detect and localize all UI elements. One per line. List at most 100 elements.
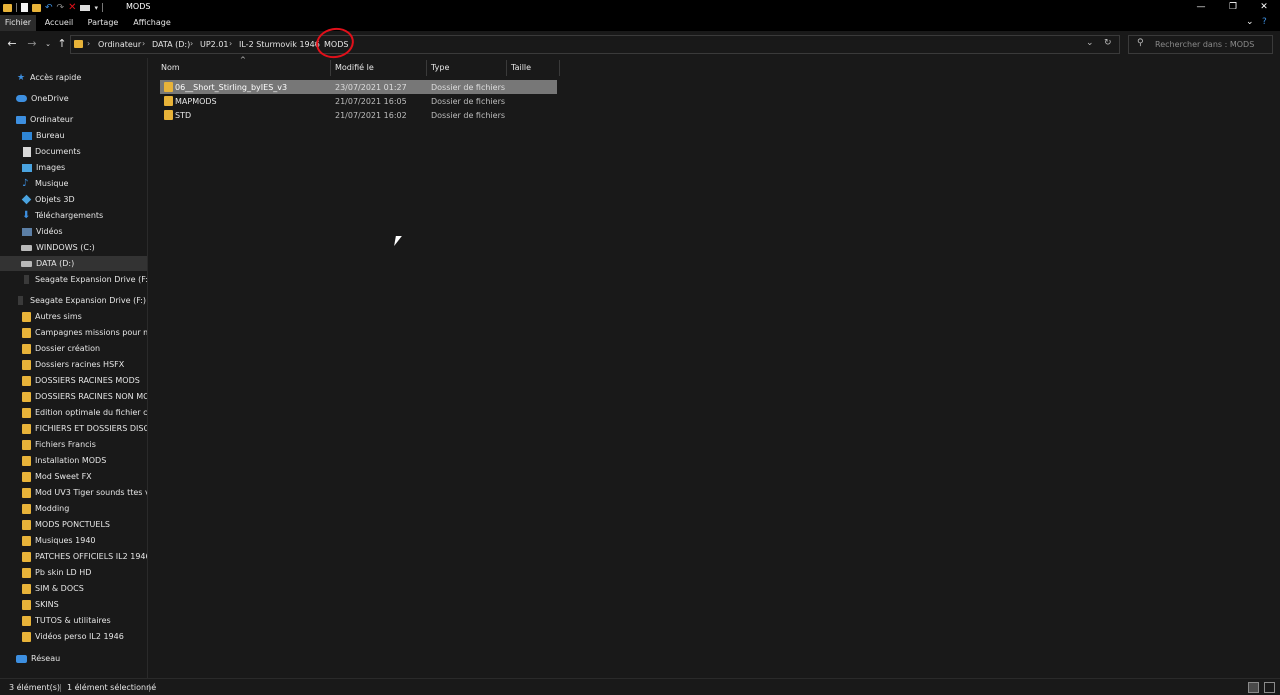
sidebar-folder[interactable]: Pb skin LD HD <box>0 565 147 580</box>
item-count: 3 élément(s) <box>9 683 61 692</box>
folder-icon <box>22 439 31 450</box>
sidebar-item-quick-access[interactable]: ★ Accès rapide <box>0 70 147 85</box>
sidebar-folder[interactable]: FICHIERS ET DOSSIERS DISQUE <box>0 421 147 436</box>
column-header-name[interactable]: Nom <box>161 63 180 81</box>
column-header-modified[interactable]: Modifié le <box>335 63 374 81</box>
maximize-button[interactable]: ❐ <box>1218 0 1248 15</box>
sidebar-item-onedrive[interactable]: OneDrive <box>0 91 147 106</box>
sidebar-folder[interactable]: Modding <box>0 501 147 516</box>
ribbon: Fichier Accueil Partage Affichage ⌄ ? <box>0 15 1280 31</box>
cube-icon <box>21 194 32 205</box>
chevron-right-icon: › <box>190 39 194 48</box>
file-modified: 21/07/2021 16:05 <box>335 97 407 106</box>
close-button[interactable]: ✕ <box>1249 0 1279 15</box>
sidebar-folder[interactable]: Dossiers racines HSFX <box>0 357 147 372</box>
breadcrumb-data-d[interactable]: DATA (D:) <box>152 40 190 49</box>
sidebar-item-telechargements[interactable]: ⬇ Téléchargements <box>0 208 147 223</box>
video-icon <box>22 227 32 236</box>
tab-fichier[interactable]: Fichier <box>0 15 36 31</box>
tab-affichage[interactable]: Affichage <box>129 15 175 31</box>
sidebar-item-bureau[interactable]: Bureau <box>0 128 147 143</box>
status-bar: 3 élément(s) | 1 élément sélectionné | <box>0 678 1280 695</box>
sidebar-folder[interactable]: Fichiers Francis <box>0 437 147 452</box>
pictures-icon <box>22 163 32 172</box>
sidebar-folder[interactable]: Autres sims <box>0 309 147 324</box>
sidebar-folder[interactable]: Mod Sweet FX <box>0 469 147 484</box>
folder-icon <box>22 551 31 562</box>
help-icon[interactable]: ? <box>1262 17 1267 27</box>
sidebar-folder[interactable]: SKINS <box>0 597 147 612</box>
sidebar-item-reseau[interactable]: Réseau <box>0 651 147 666</box>
file-row[interactable]: MAPMODS 21/07/2021 16:05 Dossier de fich… <box>160 94 557 108</box>
file-row[interactable]: 06__Short_Stirling_byIES_v3 23/07/2021 0… <box>160 80 557 94</box>
breadcrumb-il2[interactable]: IL-2 Sturmovik 1946 <box>239 40 320 49</box>
desktop-icon <box>22 131 32 140</box>
sidebar-folder[interactable]: MODS PONCTUELS <box>0 517 147 532</box>
customize-toolbar-icon[interactable]: ▾ <box>94 4 98 12</box>
column-header-size[interactable]: Taille <box>511 63 531 81</box>
sidebar-folder[interactable]: DOSSIERS RACINES NON MODE <box>0 389 147 404</box>
sidebar-folder[interactable]: Musiques 1940 <box>0 533 147 548</box>
drive-icon <box>21 244 32 251</box>
folder-icon <box>22 375 31 386</box>
column-divider[interactable] <box>426 60 427 76</box>
sidebar-folder[interactable]: TUTOS & utilitaires <box>0 613 147 628</box>
drive-icon <box>21 260 32 267</box>
redo-icon[interactable]: ↷ <box>57 3 65 13</box>
sidebar-item-seagate-f[interactable]: Seagate Expansion Drive (F:) <box>0 272 147 287</box>
refresh-icon[interactable]: ↻ <box>1104 38 1112 48</box>
sidebar-item-seagate-root[interactable]: Seagate Expansion Drive (F:) <box>0 293 147 308</box>
sidebar-folder[interactable]: DOSSIERS RACINES MODS <box>0 373 147 388</box>
sidebar-folder[interactable]: Mod UV3 Tiger sounds ttes versi <box>0 485 147 500</box>
large-icons-view-button[interactable] <box>1264 682 1275 693</box>
tab-accueil[interactable]: Accueil <box>39 15 79 31</box>
sidebar-item-videos[interactable]: Vidéos <box>0 224 147 239</box>
sidebar-folder[interactable]: Vidéos perso IL2 1946 <box>0 629 147 644</box>
expand-ribbon-icon[interactable]: ⌄ <box>1246 17 1254 27</box>
details-view-button[interactable] <box>1248 682 1259 693</box>
address-bar[interactable]: › Ordinateur › DATA (D:) › UP2.01 › IL-2… <box>70 35 1120 54</box>
column-divider[interactable] <box>559 60 560 76</box>
address-row: ← → ⌄ ↑ › Ordinateur › DATA (D:) › UP2.0… <box>0 31 1280 58</box>
forward-button[interactable]: → <box>25 37 39 51</box>
back-button[interactable]: ← <box>5 37 19 51</box>
chevron-right-icon: › <box>229 39 233 48</box>
new-folder-icon[interactable] <box>32 3 41 12</box>
sidebar-item-images[interactable]: Images <box>0 160 147 175</box>
folder-icon <box>164 96 173 106</box>
sidebar-item-data-d[interactable]: DATA (D:) <box>0 256 147 271</box>
file-row[interactable]: STD 21/07/2021 16:02 Dossier de fichiers <box>160 108 557 122</box>
rename-icon[interactable] <box>80 4 91 11</box>
breadcrumb-ordinateur[interactable]: Ordinateur <box>98 40 141 49</box>
sidebar-folder[interactable]: Dossier création <box>0 341 147 356</box>
sidebar-folder[interactable]: Installation MODS <box>0 453 147 468</box>
column-divider[interactable] <box>506 60 507 76</box>
sidebar-folder[interactable]: Edition optimale du fichier conf <box>0 405 147 420</box>
recent-locations-icon[interactable]: ⌄ <box>41 37 55 51</box>
file-type: Dossier de fichiers <box>431 97 506 106</box>
sidebar-item-ordinateur[interactable]: Ordinateur <box>0 112 147 127</box>
sidebar-item-objets-3d[interactable]: Objets 3D <box>0 192 147 207</box>
column-divider[interactable] <box>330 60 331 76</box>
file-name: 06__Short_Stirling_byIES_v3 <box>175 83 288 92</box>
search-box[interactable]: ⚲ Rechercher dans : MODS <box>1128 35 1273 54</box>
folder-icon <box>74 40 83 48</box>
sidebar-item-windows-c[interactable]: WINDOWS (C:) <box>0 240 147 255</box>
sidebar-folder[interactable]: Campagnes missions pour mod <box>0 325 147 340</box>
sidebar-folder[interactable]: PATCHES OFFICIELS IL2 1946 <box>0 549 147 564</box>
music-icon: ♪ <box>22 178 29 189</box>
folder-icon <box>22 311 31 322</box>
up-button[interactable]: ↑ <box>55 37 69 51</box>
tab-partage[interactable]: Partage <box>83 15 123 31</box>
minimize-button[interactable]: — <box>1186 0 1216 15</box>
delete-icon[interactable]: ✕ <box>68 2 76 13</box>
properties-icon[interactable] <box>21 3 28 12</box>
chevron-down-icon[interactable]: ⌄ <box>1086 38 1094 48</box>
breadcrumb-up201[interactable]: UP2.01 <box>200 40 229 49</box>
sidebar-item-musique[interactable]: ♪ Musique <box>0 176 147 191</box>
chevron-right-icon: › <box>87 39 91 48</box>
undo-icon[interactable]: ↶ <box>45 3 53 13</box>
column-header-type[interactable]: Type <box>431 63 449 81</box>
sidebar-item-documents[interactable]: Documents <box>0 144 147 159</box>
sidebar-folder[interactable]: SIM & DOCS <box>0 581 147 596</box>
